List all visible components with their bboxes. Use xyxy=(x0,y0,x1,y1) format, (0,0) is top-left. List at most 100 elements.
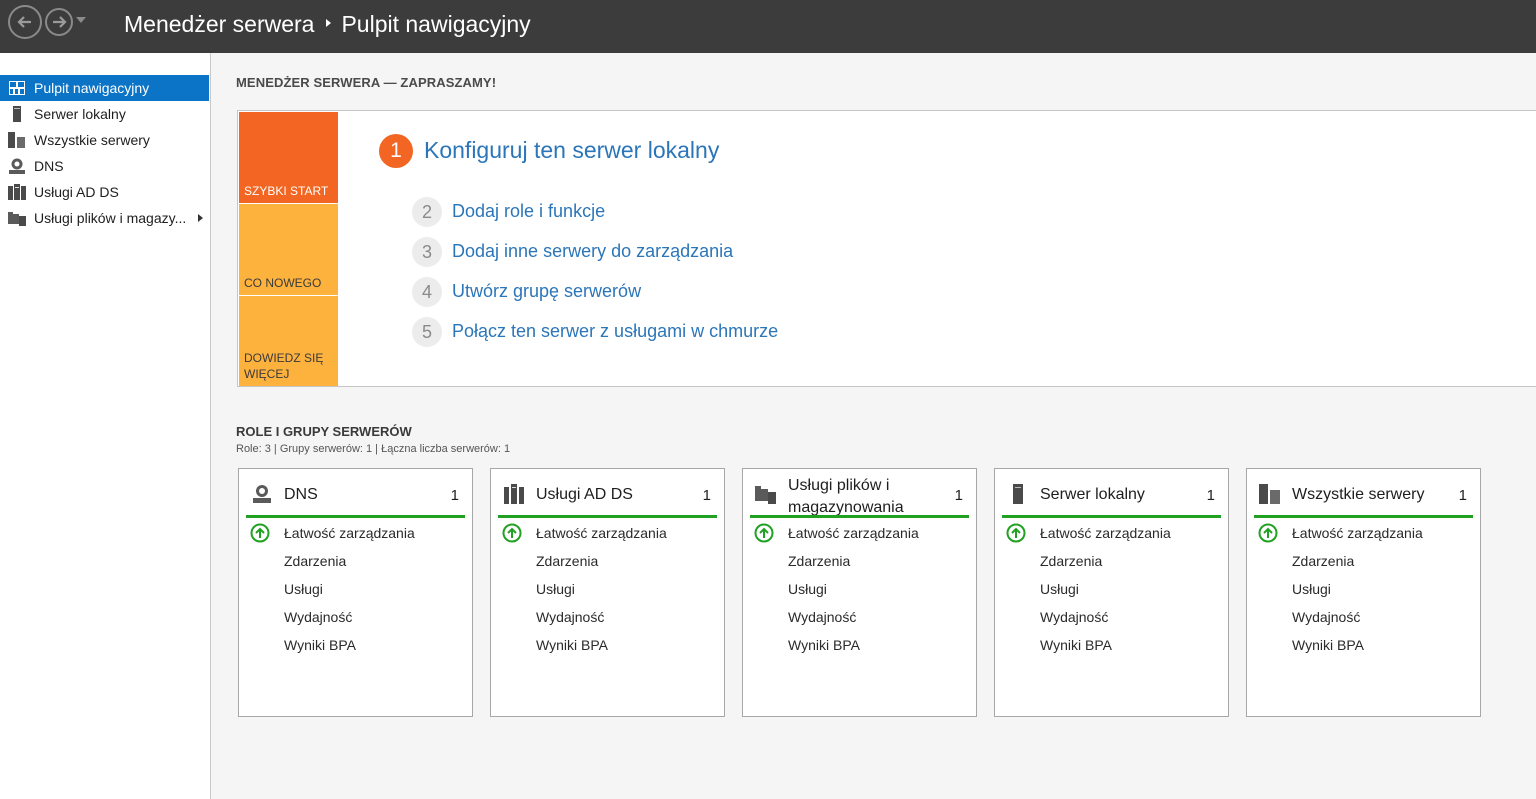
role-card-file-storage[interactable]: Usługi plików i magazynowania 1 Łatwość … xyxy=(742,468,977,717)
welcome-heading: MENEDŻER SERWERA — ZAPRASZAMY! xyxy=(236,75,497,90)
sidebar: Pulpit nawigacyjny Serwer lokalny Wszyst… xyxy=(0,53,211,799)
card-row-bpa-results[interactable]: Wyniki BPA xyxy=(788,637,860,653)
card-row-manageability[interactable]: Łatwość zarządzania xyxy=(1040,525,1171,541)
sidebar-item-dns[interactable]: DNS xyxy=(0,153,210,179)
servers-icon xyxy=(8,131,26,149)
card-row-events[interactable]: Zdarzenia xyxy=(536,553,598,569)
tile-quick-start[interactable]: SZYBKI START xyxy=(239,112,338,203)
expand-arrow-icon[interactable] xyxy=(198,214,203,222)
card-row-manageability[interactable]: Łatwość zarządzania xyxy=(788,525,919,541)
card-row-events[interactable]: Zdarzenia xyxy=(788,553,850,569)
sidebar-item-label: Usługi plików i magazy... xyxy=(34,210,187,226)
title-bar: Menedżer serwera Pulpit nawigacyjny xyxy=(0,0,1536,53)
server-icon xyxy=(8,105,26,123)
sidebar-item-label: DNS xyxy=(34,158,64,174)
tile-learn-more[interactable]: DOWIEDZ SIĘ WIĘCEJ xyxy=(239,296,338,386)
sidebar-item-label: Serwer lokalny xyxy=(34,106,126,122)
breadcrumb-app[interactable]: Menedżer serwera xyxy=(124,11,314,38)
sidebar-item-dashboard[interactable]: Pulpit nawigacyjny xyxy=(0,75,209,101)
card-row-performance[interactable]: Wydajność xyxy=(1040,609,1108,625)
card-title[interactable]: Usługi AD DS xyxy=(536,486,633,504)
card-count: 1 xyxy=(1458,487,1467,504)
history-dropdown-icon[interactable] xyxy=(76,17,86,23)
breadcrumb: Menedżer serwera Pulpit nawigacyjny xyxy=(124,11,531,38)
step-link-connect-cloud[interactable]: Połącz ten serwer z usługami w chmurze xyxy=(452,321,778,342)
back-button[interactable] xyxy=(8,5,42,39)
card-title[interactable]: Serwer lokalny xyxy=(1040,486,1145,504)
card-row-bpa-results[interactable]: Wyniki BPA xyxy=(1040,637,1112,653)
card-row-bpa-results[interactable]: Wyniki BPA xyxy=(284,637,356,653)
role-card-local-server[interactable]: Serwer lokalny 1 Łatwość zarządzania Zda… xyxy=(994,468,1229,717)
adds-icon xyxy=(8,183,26,201)
card-row-events[interactable]: Zdarzenia xyxy=(1040,553,1102,569)
sidebar-item-label: Wszystkie serwery xyxy=(34,132,150,148)
step-number-badge: 1 xyxy=(379,134,413,168)
card-row-services[interactable]: Usługi xyxy=(1292,581,1331,597)
card-row-performance[interactable]: Wydajność xyxy=(536,609,604,625)
step-number-badge: 3 xyxy=(412,237,442,267)
status-bar xyxy=(1002,515,1221,518)
file-storage-icon xyxy=(8,209,26,227)
status-ok-icon xyxy=(250,523,270,543)
card-row-bpa-results[interactable]: Wyniki BPA xyxy=(1292,637,1364,653)
status-ok-icon xyxy=(502,523,522,543)
card-row-services[interactable]: Usługi xyxy=(788,581,827,597)
card-row-events[interactable]: Zdarzenia xyxy=(1292,553,1354,569)
role-card-all-servers[interactable]: Wszystkie serwery 1 Łatwość zarządzania … xyxy=(1246,468,1481,717)
card-count: 1 xyxy=(450,487,459,504)
card-title[interactable]: Usługi plików i magazynowania xyxy=(788,475,938,519)
arrow-left-icon xyxy=(17,16,31,28)
arrow-right-icon xyxy=(53,16,67,28)
card-count: 1 xyxy=(1206,487,1215,504)
sidebar-item-label: Pulpit nawigacyjny xyxy=(34,80,150,96)
status-ok-icon xyxy=(1258,523,1278,543)
tile-whats-new-label: CO NOWEGO xyxy=(244,276,322,290)
step-link-add-roles[interactable]: Dodaj role i funkcje xyxy=(452,201,605,222)
sidebar-item-local-server[interactable]: Serwer lokalny xyxy=(0,101,210,127)
card-row-events[interactable]: Zdarzenia xyxy=(284,553,346,569)
status-ok-icon xyxy=(1006,523,1026,543)
dns-icon xyxy=(8,157,26,175)
sidebar-item-file-storage[interactable]: Usługi plików i magazy... xyxy=(0,205,210,231)
card-row-performance[interactable]: Wydajność xyxy=(1292,609,1360,625)
tile-quick-start-label: SZYBKI START xyxy=(244,184,329,198)
breadcrumb-separator-icon xyxy=(326,18,332,27)
step-number-badge: 4 xyxy=(412,277,442,307)
dns-icon xyxy=(251,483,273,505)
tile-learn-more-label: DOWIEDZ SIĘ WIĘCEJ xyxy=(244,351,324,381)
sidebar-item-label: Usługi AD DS xyxy=(34,184,119,200)
roles-heading: ROLE I GRUPY SERWERÓW xyxy=(236,424,412,439)
tile-whats-new[interactable]: CO NOWEGO xyxy=(239,204,338,295)
step-link-create-group[interactable]: Utwórz grupę serwerów xyxy=(452,281,641,302)
step-link-add-servers[interactable]: Dodaj inne serwery do zarządzania xyxy=(452,241,733,262)
card-row-services[interactable]: Usługi xyxy=(536,581,575,597)
card-row-manageability[interactable]: Łatwość zarządzania xyxy=(536,525,667,541)
roles-summary: Role: 3 | Grupy serwerów: 1 | Łączna lic… xyxy=(236,443,511,455)
card-row-performance[interactable]: Wydajność xyxy=(788,609,856,625)
card-count: 1 xyxy=(954,487,963,504)
dashboard-icon xyxy=(8,79,26,97)
card-row-services[interactable]: Usługi xyxy=(1040,581,1079,597)
card-row-manageability[interactable]: Łatwość zarządzania xyxy=(1292,525,1423,541)
sidebar-item-adds[interactable]: Usługi AD DS xyxy=(0,179,210,205)
card-title[interactable]: DNS xyxy=(284,486,318,504)
role-card-adds[interactable]: Usługi AD DS 1 Łatwość zarządzania Zdarz… xyxy=(490,468,725,717)
step-link-configure-local-server[interactable]: Konfiguruj ten serwer lokalny xyxy=(424,137,719,164)
card-count: 1 xyxy=(702,487,711,504)
forward-button[interactable] xyxy=(45,8,73,36)
card-title[interactable]: Wszystkie serwery xyxy=(1292,486,1424,504)
card-row-manageability[interactable]: Łatwość zarządzania xyxy=(284,525,415,541)
card-row-services[interactable]: Usługi xyxy=(284,581,323,597)
status-bar xyxy=(498,515,717,518)
role-card-dns[interactable]: DNS 1 Łatwość zarządzania Zdarzenia Usłu… xyxy=(238,468,473,717)
file-storage-icon xyxy=(755,483,777,505)
sidebar-item-all-servers[interactable]: Wszystkie serwery xyxy=(0,127,210,153)
servers-icon xyxy=(1259,483,1281,505)
step-number-badge: 2 xyxy=(412,197,442,227)
card-row-bpa-results[interactable]: Wyniki BPA xyxy=(536,637,608,653)
step-number-badge: 5 xyxy=(412,317,442,347)
status-bar xyxy=(246,515,465,518)
server-icon xyxy=(1007,483,1029,505)
card-row-performance[interactable]: Wydajność xyxy=(284,609,352,625)
status-bar xyxy=(1254,515,1473,518)
